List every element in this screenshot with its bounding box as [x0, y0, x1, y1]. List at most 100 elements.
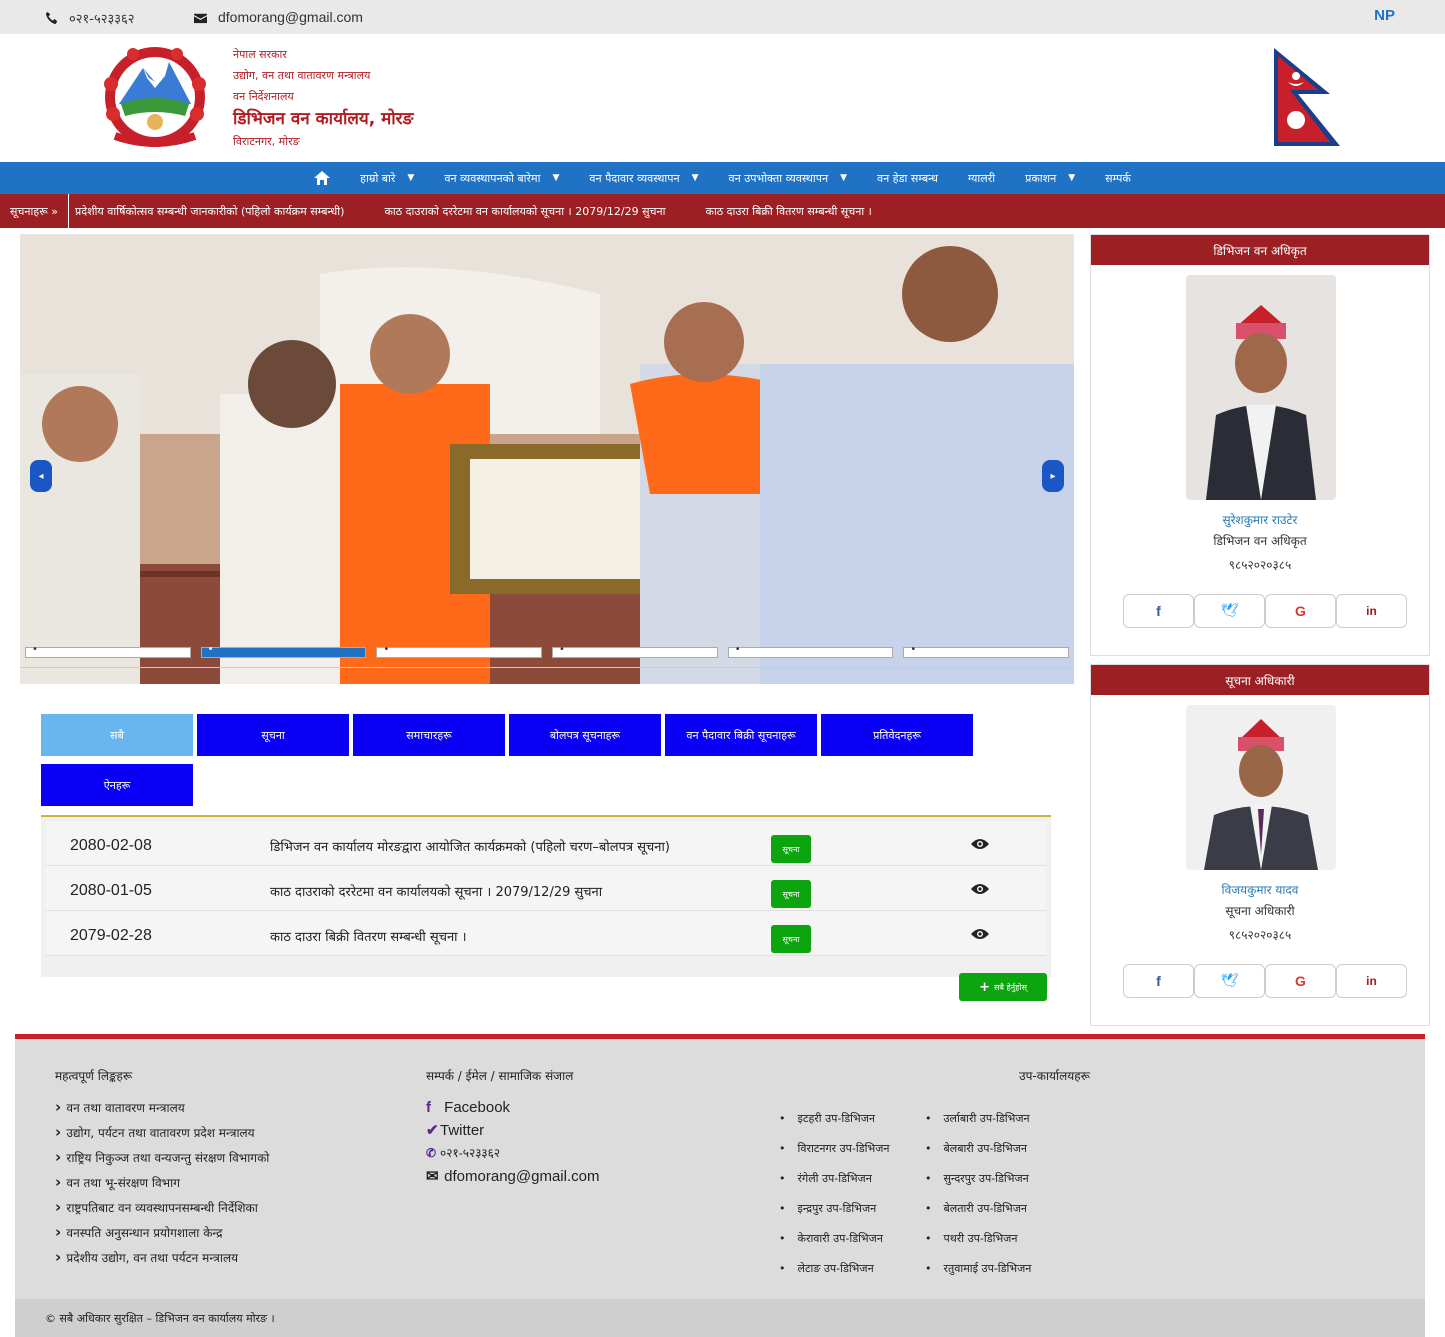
twitter-button[interactable]: 🕊	[1194, 594, 1265, 628]
google-button[interactable]: G	[1265, 964, 1336, 998]
office-item[interactable]: लेटाङ उप-डिभिजन	[779, 1261, 889, 1291]
chevron-left-icon: ◂	[38, 470, 44, 482]
footer-facebook-link[interactable]: f Facebook	[426, 1096, 599, 1119]
eye-icon[interactable]	[970, 927, 990, 941]
info-officer-phone: ९८५२०२०३८५	[1228, 928, 1292, 942]
ticker-item[interactable]: काठ दाउराको दररेटमा वन कार्यालयको सूचना …	[384, 204, 665, 219]
nav-gallery-label: ग्यालरी	[967, 171, 996, 185]
footer-phone[interactable]: ✆ ०२१-५२३३६२	[426, 1142, 599, 1165]
footer-twitter-link[interactable]: ✔Twitter	[426, 1119, 599, 1142]
ticker-item[interactable]: प्रदेशीय वार्षिकोत्सव सम्बन्धी जानकारीको…	[75, 204, 344, 219]
footer-link[interactable]: वनस्पति अनुसन्धान प्रयोगशाला केन्द्र	[55, 1220, 269, 1245]
nav-forest-management[interactable]: वन व्यवस्थापनको बारेमा ▼	[444, 171, 559, 186]
officer-name[interactable]: सुरेशकुमार राउटेर	[1091, 511, 1429, 528]
footer-link[interactable]: वन तथा वातावरण मन्त्रालय	[55, 1095, 269, 1120]
footer-link[interactable]: राष्ट्रपतिबाट वन व्यवस्थापनसम्बन्धी निर्…	[55, 1195, 269, 1220]
notice-title[interactable]: काठ दाउरा बिक्री वितरण सम्बन्धी सूचना ।	[270, 927, 467, 945]
phone-icon: ✆	[426, 1146, 437, 1160]
tab-all[interactable]: सबै	[41, 714, 193, 756]
eye-icon[interactable]	[970, 837, 990, 851]
tab-news[interactable]: समाचारहरू	[353, 714, 505, 756]
nav-forest-management-label: वन व्यवस्थापनको बारेमा	[444, 171, 541, 185]
ticker-label: सूचनाहरू »	[0, 194, 69, 228]
nav-forest-relations[interactable]: वन हेडा सम्बन्ध	[877, 171, 938, 186]
tab-tenders[interactable]: बोलपत्र सूचनाहरू	[509, 714, 661, 756]
slide-indicator[interactable]	[25, 644, 191, 658]
footer-link[interactable]: राष्ट्रिय निकुञ्ज तथा वन्यजन्तु संरक्षण …	[55, 1145, 269, 1170]
nav-publications[interactable]: प्रकाशन ▼	[1025, 171, 1075, 186]
ticker-item[interactable]: काठ दाउरा बिक्री वितरण सम्बन्धी सूचना ।	[706, 204, 872, 219]
office-item[interactable]: बेलबारी उप-डिभिजन	[925, 1141, 1031, 1171]
envelope-icon: ✉	[426, 1168, 439, 1185]
office-item[interactable]: उर्लाबारी उप-डिभिजन	[925, 1111, 1031, 1141]
footer-contact-title: सम्पर्क / ईमेल / सामाजिक संजाल	[426, 1069, 574, 1083]
notice-date: 2080-02-08	[70, 837, 152, 854]
notice-date: 2079-02-28	[70, 927, 152, 944]
footer-email[interactable]: ✉ dfomorang@gmail.com	[426, 1165, 599, 1188]
caret-down-icon: ▼	[1068, 173, 1076, 183]
twitter-button[interactable]: 🕊	[1194, 964, 1265, 998]
notice-type-button[interactable]: सूचना	[771, 835, 811, 863]
facebook-square-icon: f	[426, 1099, 431, 1116]
nepal-flag-icon	[1274, 48, 1340, 146]
footer-link[interactable]: प्रदेशीय उद्योग, वन तथा पर्यटन मन्त्रालय	[55, 1245, 269, 1270]
office-item[interactable]: इन्द्रपुर उप-डिभिजन	[779, 1201, 889, 1231]
linkedin-button[interactable]: in	[1336, 594, 1407, 628]
nav-gallery[interactable]: ग्यालरी	[968, 171, 995, 186]
view-all-label: सबै हेर्नुहोस्	[993, 982, 1027, 992]
language-toggle[interactable]: NP	[1374, 7, 1395, 24]
plus-icon: +	[979, 979, 990, 995]
notice-tabs: सबै सूचना समाचारहरू बोलपत्र सूचनाहरू वन …	[41, 714, 1051, 806]
footer-link[interactable]: वन तथा भू-संरक्षण विभाग	[55, 1170, 269, 1195]
office-item[interactable]: रतुवामाई उप-डिभिजन	[925, 1261, 1032, 1291]
slide-indicator-active[interactable]	[200, 644, 367, 658]
tab-forest-sales[interactable]: वन पैदावार बिक्री सूचनाहरू	[665, 714, 817, 756]
google-icon: G	[1295, 973, 1306, 989]
slide-indicator[interactable]	[552, 644, 718, 658]
office-item[interactable]: केरावारी उप-डिभिजन	[779, 1231, 889, 1261]
nav-about[interactable]: हाम्रो बारे ▼	[360, 171, 414, 186]
office-item[interactable]: इटहरी उप-डिभिजन	[779, 1111, 889, 1141]
nepal-emblem-logo[interactable]	[93, 44, 217, 150]
linkedin-button[interactable]: in	[1336, 964, 1407, 998]
info-officer-role: सूचना अधिकारी	[1225, 904, 1295, 918]
info-officer-name[interactable]: विजयकुमार यादव	[1091, 881, 1429, 898]
twitter-icon: ✔	[426, 1122, 439, 1139]
officer-role: डिभिजन वन अधिकृत	[1213, 534, 1307, 548]
table-row: 2080-02-08 डिभिजन वन कार्यालय मोरङद्वारा…	[46, 821, 1046, 866]
gov-line: नेपाल सरकार	[233, 48, 287, 61]
notice-type-button[interactable]: सूचना	[771, 880, 811, 908]
office-item[interactable]: सुन्दरपुर उप-डिभिजन	[925, 1171, 1031, 1201]
slide-indicator[interactable]	[903, 644, 1070, 658]
footer-link[interactable]: उद्योग, पर्यटन तथा वातावरण प्रदेश मन्त्र…	[55, 1120, 269, 1145]
slide-indicator[interactable]	[727, 644, 894, 658]
organization-title: नेपाल सरकार उद्योग, वन तथा वातावरण मन्त्…	[233, 44, 413, 152]
slider-next-button[interactable]: ▸	[1042, 460, 1064, 492]
nav-forest-users[interactable]: वन उपभोक्ता व्यवस्थापन ▼	[728, 171, 847, 186]
notice-title[interactable]: काठ दाउराको दररेटमा वन कार्यालयको सूचना …	[270, 882, 602, 900]
facebook-button[interactable]: f	[1123, 594, 1194, 628]
top-phone[interactable]: ०२१-५२३३६२	[45, 9, 135, 27]
tab-reports[interactable]: प्रतिवेदनहरू	[821, 714, 973, 756]
nav-forest-products[interactable]: वन पैदावार व्यवस्थापन ▼	[589, 171, 698, 186]
nav-home[interactable]	[314, 171, 331, 185]
eye-icon[interactable]	[970, 882, 990, 896]
slide-indicator[interactable]	[376, 644, 543, 658]
office-item[interactable]: पथरी उप-डिभिजन	[925, 1231, 1031, 1261]
notice-title[interactable]: डिभिजन वन कार्यालय मोरङद्वारा आयोजित कार…	[270, 837, 670, 855]
notice-type-button[interactable]: सूचना	[771, 925, 811, 953]
office-item[interactable]: बेलतारी उप-डिभिजन	[925, 1201, 1031, 1231]
office-address: विराटनगर, मोरङ	[233, 135, 300, 148]
slider-prev-button[interactable]: ◂	[30, 460, 52, 492]
top-email[interactable]: dfomorang@gmail.com	[193, 9, 363, 25]
nav-contact[interactable]: सम्पर्क	[1105, 171, 1131, 186]
tab-acts[interactable]: ऐनहरू	[41, 764, 193, 806]
notice-date: 2080-01-05	[70, 882, 152, 899]
view-all-button[interactable]: + सबै हेर्नुहोस्	[959, 973, 1047, 1001]
twitter-icon: 🕊	[1220, 603, 1239, 619]
google-button[interactable]: G	[1265, 594, 1336, 628]
tab-notice[interactable]: सूचना	[197, 714, 349, 756]
office-item[interactable]: रंगेली उप-डिभिजन	[779, 1171, 889, 1201]
facebook-button[interactable]: f	[1123, 964, 1194, 998]
office-item[interactable]: विराटनगर उप-डिभिजन	[779, 1141, 890, 1171]
